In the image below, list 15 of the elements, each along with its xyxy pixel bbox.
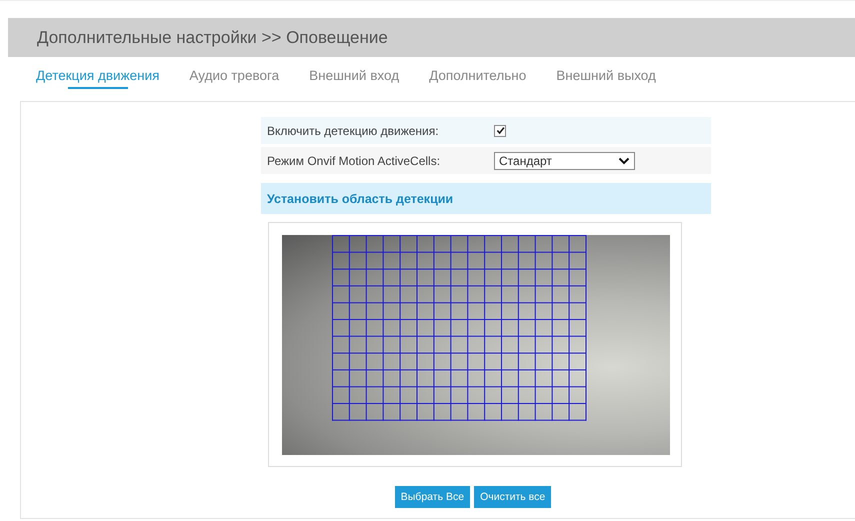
action-button[interactable]: Выбрать Все bbox=[394, 486, 470, 508]
chevron-down-icon bbox=[618, 156, 630, 164]
motion-grid-drawing[interactable] bbox=[332, 235, 586, 421]
tab[interactable]: Аудио тревога bbox=[189, 68, 280, 89]
checkbox[interactable] bbox=[494, 124, 506, 136]
setting-label: Режим Onvif Motion ActiveCells: bbox=[266, 154, 442, 168]
tab[interactable]: Детекция движения bbox=[36, 68, 160, 89]
section-title: Установить область детекции bbox=[267, 192, 454, 206]
page-title: Дополнительные настройки >> Оповещение bbox=[37, 28, 388, 48]
tab[interactable]: Внешний вход bbox=[309, 68, 400, 89]
tab[interactable]: Внешний выход bbox=[556, 68, 656, 89]
action-button[interactable]: Очистить все bbox=[474, 486, 552, 508]
tab[interactable]: Дополнительно bbox=[429, 68, 526, 89]
setting-label: Включить детекцию движения: bbox=[266, 124, 440, 138]
mode-dropdown[interactable]: Стандарт bbox=[494, 152, 635, 170]
